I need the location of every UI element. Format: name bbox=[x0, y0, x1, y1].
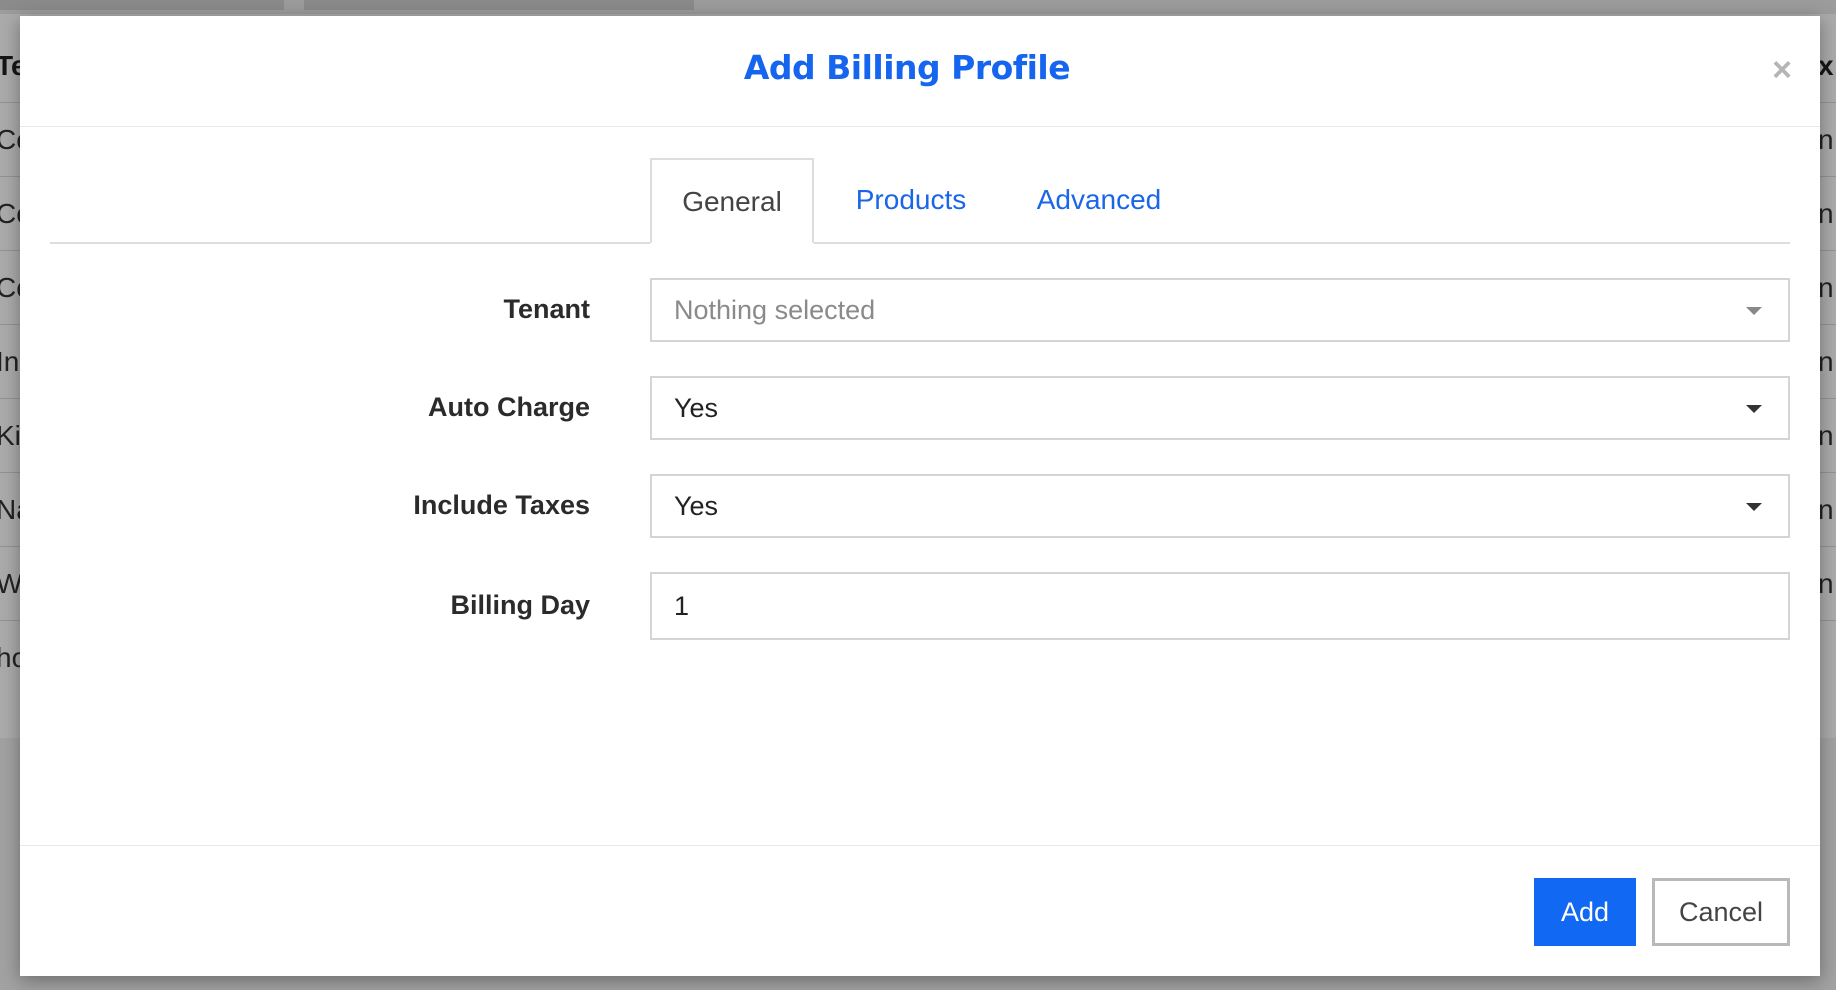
cancel-button[interactable]: Cancel bbox=[1652, 878, 1790, 946]
include-taxes-select[interactable]: Yes bbox=[650, 474, 1790, 538]
add-button[interactable]: Add bbox=[1534, 878, 1636, 946]
tab-advanced[interactable]: Advanced bbox=[1024, 158, 1174, 242]
close-icon[interactable]: × bbox=[1764, 52, 1800, 88]
tenant-select[interactable]: Nothing selected bbox=[650, 278, 1790, 342]
modal-title: Add Billing Profile bbox=[743, 48, 1071, 87]
tenant-select-placeholder: Nothing selected bbox=[674, 295, 876, 325]
caret-down-icon bbox=[1746, 503, 1762, 511]
tab-products[interactable]: Products bbox=[836, 158, 986, 242]
tenant-label: Tenant bbox=[503, 294, 591, 324]
tab-general[interactable]: General bbox=[650, 158, 814, 244]
include-taxes-value: Yes bbox=[674, 491, 719, 521]
add-billing-profile-modal: Add Billing Profile × General Products A… bbox=[20, 16, 1820, 976]
auto-charge-select[interactable]: Yes bbox=[650, 376, 1790, 440]
include-taxes-label: Include Taxes bbox=[413, 490, 590, 520]
form-row-include-taxes: Include Taxes Yes bbox=[20, 474, 1820, 538]
caret-down-icon bbox=[1746, 405, 1762, 413]
auto-charge-value: Yes bbox=[674, 393, 719, 423]
billing-day-label: Billing Day bbox=[450, 590, 590, 620]
billing-day-input[interactable] bbox=[650, 572, 1790, 640]
caret-down-icon bbox=[1746, 307, 1762, 315]
tab-bar: General Products Advanced bbox=[50, 158, 1790, 244]
modal-footer: Add Cancel bbox=[20, 845, 1820, 977]
modal-header: Add Billing Profile × bbox=[20, 16, 1820, 127]
form-row-auto-charge: Auto Charge Yes bbox=[20, 376, 1820, 440]
form-row-billing-day: Billing Day bbox=[20, 572, 1820, 640]
auto-charge-label: Auto Charge bbox=[428, 392, 590, 422]
form-row-tenant: Tenant Nothing selected bbox=[20, 278, 1820, 342]
